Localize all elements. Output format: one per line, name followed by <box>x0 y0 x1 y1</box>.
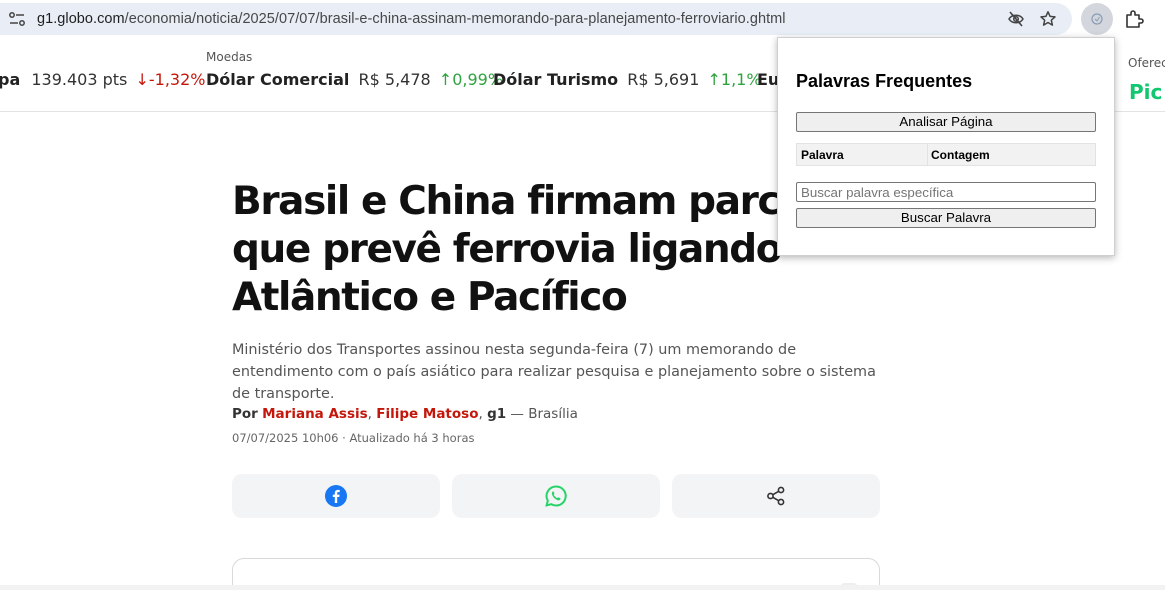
ticker-name: pa <box>0 70 21 89</box>
extension-active-icon <box>1091 13 1103 25</box>
ticker-change: -1,32% <box>148 70 206 89</box>
search-word-button[interactable]: Buscar Palavra <box>796 208 1096 228</box>
site-info-icon[interactable] <box>8 11 26 27</box>
share-facebook-button[interactable] <box>232 474 440 518</box>
ticker-item-index[interactable]: pa 139.403 pts ↓-1,32% <box>0 70 205 89</box>
url-path: /economia/noticia/2025/07/07/brasil-e-ch… <box>124 11 786 27</box>
ticker-group-label: Moedas <box>206 50 253 64</box>
word-search-input[interactable] <box>796 182 1096 202</box>
url-text[interactable]: g1.globo.com/economia/noticia/2025/07/07… <box>37 11 786 27</box>
author-link-filipe-matoso[interactable]: Filipe Matoso <box>376 406 478 422</box>
share-icon <box>767 486 785 506</box>
analyze-page-button[interactable]: Analisar Página <box>796 112 1096 132</box>
sponsor-label: Oferec <box>1128 56 1165 70</box>
arrow-down-icon: ↓ <box>135 70 149 89</box>
ticker-name: Eu <box>757 70 780 89</box>
star-icon[interactable] <box>1039 10 1057 28</box>
arrow-up-icon: ↑ <box>438 70 453 89</box>
column-divider <box>927 144 928 165</box>
column-header-count[interactable]: Contagem <box>931 148 990 162</box>
byline-location: — Brasília <box>506 406 578 422</box>
page-bottom-edge <box>0 585 1165 590</box>
whatsapp-icon <box>545 485 567 507</box>
ticker-value: R$ 5,478 <box>358 70 431 89</box>
ticker-name: Dólar Turismo <box>493 70 619 89</box>
puzzle-icon <box>1126 10 1144 28</box>
share-whatsapp-button[interactable] <box>452 474 660 518</box>
share-generic-button[interactable] <box>672 474 880 518</box>
eye-off-icon[interactable] <box>1007 10 1025 28</box>
ticker-name: Dólar Comercial <box>206 70 350 89</box>
facebook-icon <box>325 485 347 507</box>
picpay-logo[interactable]: Pic <box>1129 80 1162 104</box>
column-header-word[interactable]: Palavra <box>801 148 844 162</box>
byline-prefix: Por <box>232 406 258 422</box>
extension-popup: Palavras Frequentes Analisar Página Pala… <box>777 37 1115 256</box>
ticker-value: 139.403 pts <box>31 70 128 89</box>
article-byline: Por Mariana Assis, Filipe Matoso, g1 — B… <box>232 406 578 422</box>
article-date: 07/07/2025 10h06 · Atualizado há 3 horas <box>232 431 475 445</box>
ticker-item-dolar-comercial[interactable]: Dólar Comercial R$ 5,478 ↑0,99% <box>206 70 503 89</box>
byline-separator: , <box>478 406 483 422</box>
ticker-item-dolar-turismo[interactable]: Dólar Turismo R$ 5,691 ↑1,1% <box>493 70 762 89</box>
address-bar[interactable]: g1.globo.com/economia/noticia/2025/07/07… <box>0 3 1072 35</box>
article-subtitle: Ministério dos Transportes assinou nesta… <box>232 342 876 402</box>
extension-active-button[interactable] <box>1081 3 1113 35</box>
ticker-value: R$ 5,691 <box>627 70 700 89</box>
extensions-button[interactable] <box>1118 3 1150 35</box>
arrow-up-icon: ↑ <box>707 70 721 89</box>
url-host: g1.globo.com <box>37 11 125 27</box>
byline-outlet: g1 <box>487 406 507 422</box>
frequency-table-header: Palavra Contagem <box>796 143 1096 166</box>
ticker-item-euro[interactable]: Eu <box>757 70 779 89</box>
browser-toolbar: g1.globo.com/economia/noticia/2025/07/07… <box>0 0 1165 40</box>
popup-title: Palavras Frequentes <box>796 71 973 91</box>
author-link-mariana-assis[interactable]: Mariana Assis <box>262 406 368 422</box>
ticker-change: 1,1% <box>720 70 762 89</box>
byline-separator: , <box>367 406 372 422</box>
